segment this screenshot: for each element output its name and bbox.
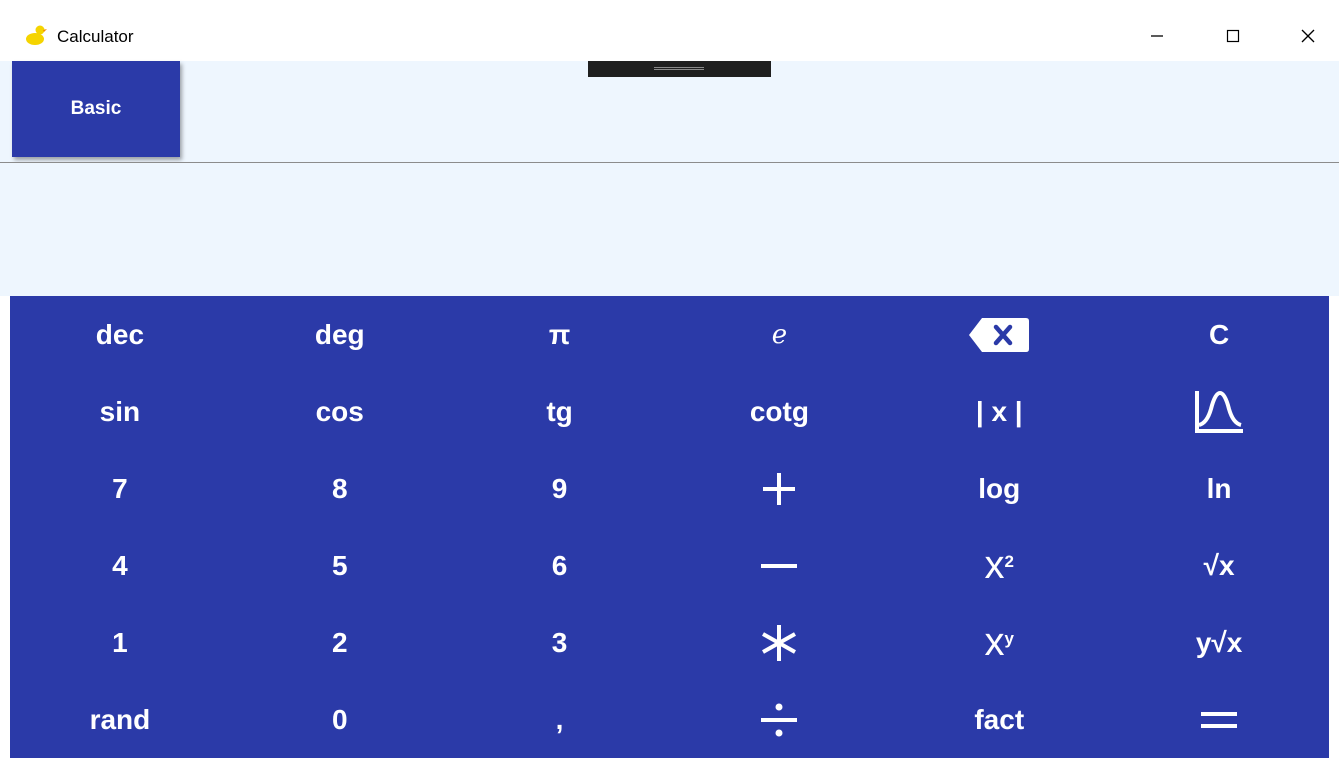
key-4[interactable]: 4 bbox=[10, 527, 230, 604]
calculator-duck-icon bbox=[25, 24, 47, 46]
key-dec[interactable]: dec bbox=[10, 296, 230, 373]
key-ln[interactable]: ln bbox=[1109, 450, 1329, 527]
key-0[interactable]: 0 bbox=[230, 681, 450, 758]
key-power[interactable]: xy bbox=[889, 604, 1109, 681]
keypad: dec deg π e C sin cos tg cotg | x | 7 8 … bbox=[10, 296, 1329, 758]
maximize-icon bbox=[1226, 29, 1240, 43]
close-button[interactable] bbox=[1285, 14, 1331, 58]
key-8[interactable]: 8 bbox=[230, 450, 450, 527]
multiply-icon bbox=[762, 624, 797, 661]
key-5[interactable]: 5 bbox=[230, 527, 450, 604]
grip-icon bbox=[654, 67, 704, 70]
key-yroot[interactable]: y√x bbox=[1109, 604, 1329, 681]
key-graph[interactable] bbox=[1109, 373, 1329, 450]
key-7[interactable]: 7 bbox=[10, 450, 230, 527]
key-clear[interactable]: C bbox=[1109, 296, 1329, 373]
key-multiply[interactable] bbox=[669, 604, 889, 681]
window-title: Calculator bbox=[57, 27, 134, 46]
key-3[interactable]: 3 bbox=[450, 604, 670, 681]
close-icon bbox=[1301, 29, 1315, 43]
minimize-icon bbox=[1151, 35, 1163, 37]
key-1[interactable]: 1 bbox=[10, 604, 230, 681]
key-sin[interactable]: sin bbox=[10, 373, 230, 450]
key-deg[interactable]: deg bbox=[230, 296, 450, 373]
backspace-icon bbox=[969, 317, 1030, 352]
key-tg[interactable]: tg bbox=[450, 373, 670, 450]
minus-icon bbox=[761, 563, 798, 568]
key-backspace[interactable] bbox=[889, 296, 1109, 373]
key-sqrt[interactable]: √x bbox=[1109, 527, 1329, 604]
power-exponent: y bbox=[1004, 628, 1014, 648]
key-6[interactable]: 6 bbox=[450, 527, 670, 604]
square-exponent: 2 bbox=[1004, 551, 1014, 571]
square-base: x bbox=[984, 543, 1005, 587]
plus-icon bbox=[763, 472, 796, 505]
key-e[interactable]: e bbox=[669, 296, 889, 373]
key-minus[interactable] bbox=[669, 527, 889, 604]
key-comma[interactable]: , bbox=[450, 681, 670, 758]
key-fact[interactable]: fact bbox=[889, 681, 1109, 758]
power-base: x bbox=[984, 620, 1005, 664]
key-rand[interactable]: rand bbox=[10, 681, 230, 758]
key-square[interactable]: x2 bbox=[889, 527, 1109, 604]
key-plus[interactable] bbox=[669, 450, 889, 527]
title-bar: Calculator bbox=[0, 0, 1339, 61]
equals-icon bbox=[1201, 711, 1238, 728]
key-abs[interactable]: | x | bbox=[889, 373, 1109, 450]
drag-handle[interactable] bbox=[588, 61, 771, 77]
key-cotg[interactable]: cotg bbox=[669, 373, 889, 450]
result-display bbox=[0, 163, 1339, 296]
key-cos[interactable]: cos bbox=[230, 373, 450, 450]
key-equals[interactable] bbox=[1109, 681, 1329, 758]
mode-basic-button[interactable]: Basic bbox=[12, 61, 180, 157]
key-pi[interactable]: π bbox=[450, 296, 670, 373]
maximize-button[interactable] bbox=[1210, 14, 1256, 58]
minimize-button[interactable] bbox=[1134, 14, 1180, 58]
key-9[interactable]: 9 bbox=[450, 450, 670, 527]
key-2[interactable]: 2 bbox=[230, 604, 450, 681]
divide-icon bbox=[761, 703, 798, 736]
graph-icon bbox=[1195, 390, 1244, 433]
key-divide[interactable] bbox=[669, 681, 889, 758]
key-log[interactable]: log bbox=[889, 450, 1109, 527]
